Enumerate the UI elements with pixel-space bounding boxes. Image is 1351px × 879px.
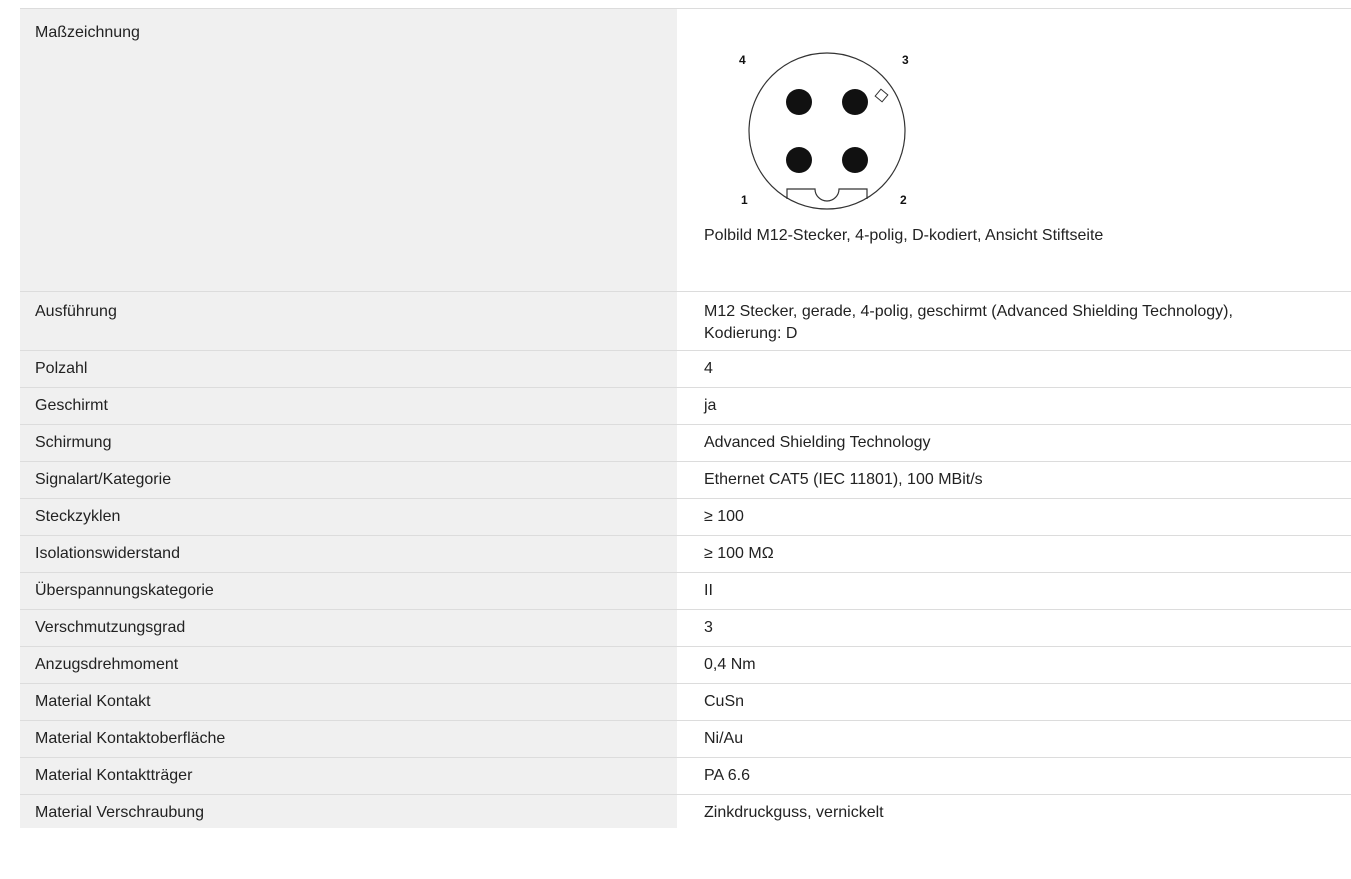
table-row: Material Kontaktoberfläche Ni/Au [20, 721, 1351, 758]
spec-label: Überspannungskategorie [20, 573, 677, 609]
spec-label: Material Verschraubung [20, 795, 677, 828]
table-row: Geschirmt ja [20, 388, 1351, 425]
spec-value: Ni/Au [704, 730, 744, 747]
spec-label: Material Kontaktträger [20, 758, 677, 794]
spec-value: 4 [704, 360, 713, 377]
spec-value: CuSn [704, 693, 745, 710]
spec-value: 0,4 Nm [704, 656, 756, 673]
pin-number-3: 3 [902, 53, 909, 67]
spec-value: ≥ 100 [704, 508, 744, 525]
pin-2-contact [842, 147, 868, 173]
table-row: Steckzyklen ≥ 100 [20, 499, 1351, 536]
pin-3-contact [842, 89, 868, 115]
pin-1-contact [786, 147, 812, 173]
table-row: Material Kontaktträger PA 6.6 [20, 758, 1351, 795]
spec-label: Polzahl [20, 351, 677, 387]
table-row: Material Kontakt CuSn [20, 684, 1351, 721]
spec-value: Ethernet CAT5 (IEC 11801), 100 MBit/s [704, 471, 983, 488]
table-row: Verschmutzungsgrad 3 [20, 610, 1351, 647]
table-row: Polzahl 4 [20, 351, 1351, 388]
spec-value: II [704, 582, 713, 599]
spec-label: Material Kontakt [20, 684, 677, 720]
table-row: Isolationswiderstand ≥ 100 MΩ [20, 536, 1351, 573]
spec-label: Ausführung [20, 292, 677, 350]
spec-label: Geschirmt [20, 388, 677, 424]
table-row: Signalart/Kategorie Ethernet CAT5 (IEC 1… [20, 462, 1351, 499]
spec-value-drawing: 4 3 1 2 Polbild M12-Stecker, 4-polig, D-… [677, 9, 1351, 291]
spec-value: Advanced Shielding Technology [704, 434, 931, 451]
table-row: Material Verschraubung Zinkdruckguss, ve… [20, 795, 1351, 828]
spec-label: Anzugsdrehmoment [20, 647, 677, 683]
pin-number-4: 4 [739, 53, 746, 67]
table-row: Anzugsdrehmoment 0,4 Nm [20, 647, 1351, 684]
pin-layout-diagram: 4 3 1 2 [739, 52, 909, 210]
spec-label: Schirmung [20, 425, 677, 461]
pin-number-2: 2 [900, 193, 907, 207]
spec-value: Zinkdruckguss, vernickelt [704, 804, 884, 821]
spec-value: PA 6.6 [704, 767, 750, 784]
spec-value: ≥ 100 MΩ [704, 545, 774, 562]
table-row: Schirmung Advanced Shielding Technology [20, 425, 1351, 462]
spec-label: Material Kontaktoberfläche [20, 721, 677, 757]
table-row: Ausführung M12 Stecker, gerade, 4-polig,… [20, 292, 1351, 351]
table-row: Überspannungskategorie II [20, 573, 1351, 610]
spec-label: Maßzeichnung [20, 9, 677, 291]
table-row-drawing: Maßzeichnung 4 3 1 2 Polbild M12-Stecker… [20, 9, 1351, 292]
spec-value: ja [704, 397, 717, 414]
spec-label: Isolationswiderstand [20, 536, 677, 572]
spec-table: Maßzeichnung 4 3 1 2 Polbild M12-Stecker… [20, 8, 1351, 828]
spec-label: Signalart/Kategorie [20, 462, 677, 498]
spec-label: Verschmutzungsgrad [20, 610, 677, 646]
spec-value: M12 Stecker, gerade, 4-polig, geschirmt … [704, 303, 1233, 342]
drawing-caption: Polbild M12-Stecker, 4-polig, D-kodiert,… [704, 227, 1104, 244]
pin-number-1: 1 [741, 193, 748, 207]
pin-4-contact [786, 89, 812, 115]
spec-label: Steckzyklen [20, 499, 677, 535]
spec-value: 3 [704, 619, 713, 636]
